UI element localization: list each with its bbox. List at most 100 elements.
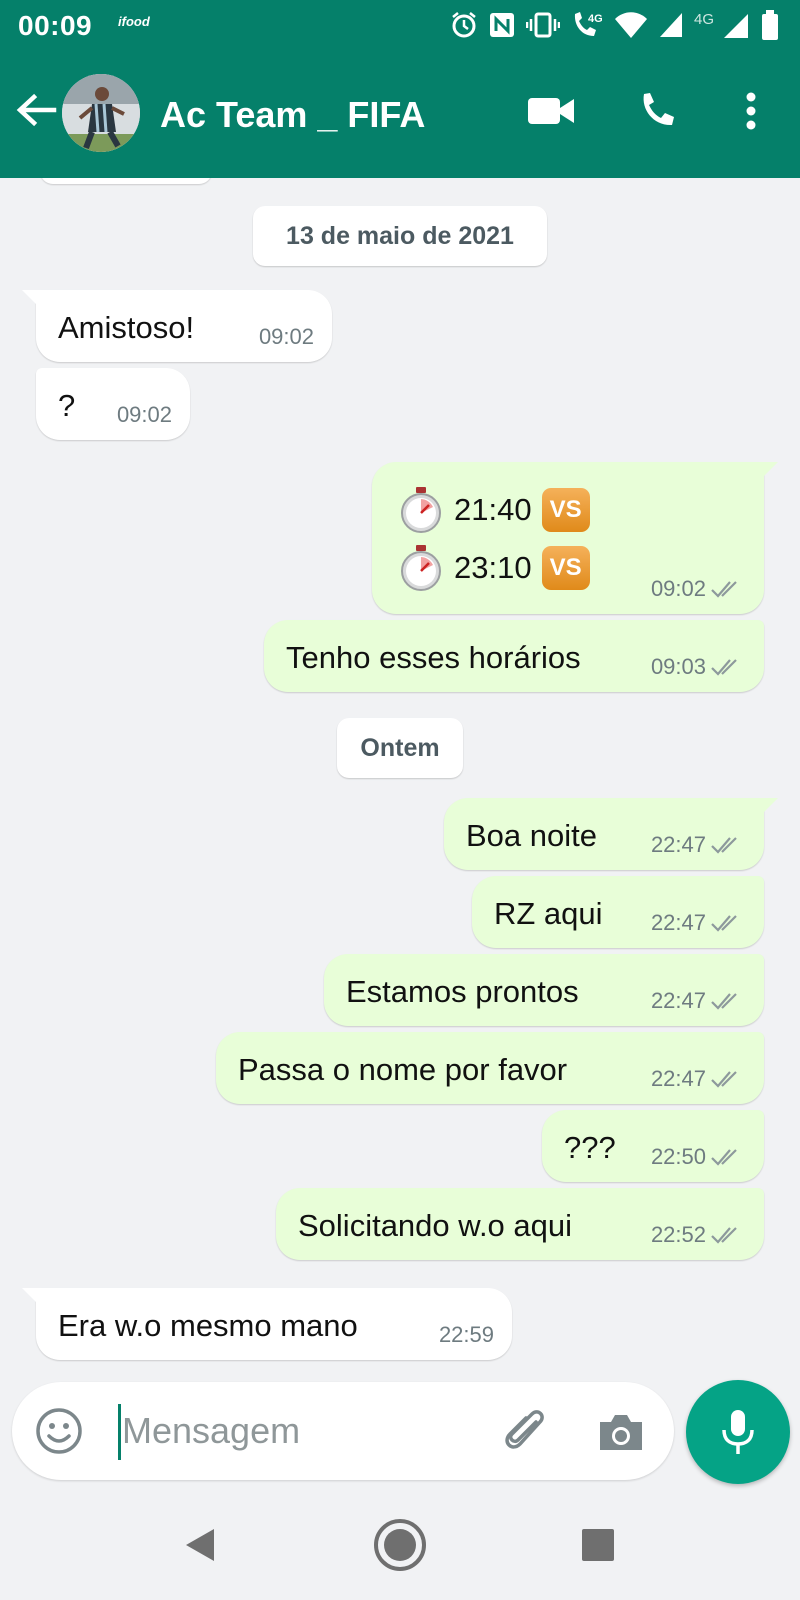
message-time: 22:59 (438, 1322, 494, 1347)
read-ticks-icon (711, 1227, 737, 1244)
attach-icon[interactable] (498, 1404, 552, 1458)
bubble-tail (22, 1288, 44, 1310)
battery-icon (762, 10, 778, 40)
mic-icon (722, 1410, 754, 1454)
stopwatch-icon (401, 545, 441, 591)
read-ticks-icon (711, 915, 737, 932)
message-text: Passa o nome por favor (238, 1052, 568, 1087)
stopwatch-icon (401, 487, 441, 533)
svg-text:4G: 4G (694, 11, 714, 28)
nav-back-button[interactable] (172, 1517, 228, 1573)
bubble-tail (756, 462, 778, 484)
contact-avatar[interactable] (62, 74, 140, 152)
message-meta: 22:50 (651, 1144, 746, 1170)
signal-icon (660, 13, 682, 37)
back-arrow-icon[interactable] (14, 88, 58, 132)
message-bubble-outgoing[interactable]: 21:40 VS 23:10 VS 09:02 (372, 462, 778, 614)
message-bubble-partial[interactable] (40, 178, 212, 184)
svg-text:4G: 4G (588, 13, 603, 25)
alarm-icon (452, 12, 476, 38)
schedule-line: 23:10 VS (398, 542, 590, 594)
message-time: 09:02 (650, 576, 706, 601)
message-time: 09:02 (258, 324, 314, 349)
more-options-button[interactable] (726, 86, 776, 136)
message-time: 22:50 (650, 1144, 706, 1169)
voice-call-icon (643, 93, 674, 126)
message-text: Boa noite (466, 818, 597, 853)
status-bar: 00:09 ifood 4G 4G (0, 0, 800, 50)
message-bubble-outgoing[interactable]: ??? 22:50 (542, 1110, 764, 1182)
message-bubble-outgoing[interactable]: Solicitando w.o aqui 22:52 (276, 1188, 764, 1260)
message-text: ? (58, 388, 76, 423)
message-text: RZ aqui (494, 896, 603, 931)
bubble-tail (756, 798, 778, 820)
message-meta: 22:47 (651, 832, 746, 858)
read-ticks-icon (711, 659, 737, 676)
message-meta: 22:47 (651, 910, 746, 936)
message-text: ??? (564, 1130, 616, 1165)
read-ticks-icon (711, 837, 737, 854)
emoji-icon[interactable] (34, 1406, 84, 1456)
wifi-icon (615, 12, 647, 38)
message-bubble-outgoing[interactable]: Boa noite 22:47 (444, 798, 778, 870)
date-chip: 13 de maio de 2021 (253, 206, 547, 266)
message-time: 22:47 (650, 1066, 706, 1091)
read-ticks-icon (711, 1071, 737, 1088)
message-time: 22:47 (650, 910, 706, 935)
chat-title[interactable]: Ac Team _ FIFA (160, 94, 425, 136)
nfc-icon (490, 13, 514, 37)
status-icons: 4G 4G (450, 8, 780, 42)
message-text: Solicitando w.o aqui (298, 1208, 573, 1243)
nav-home-button[interactable] (372, 1517, 428, 1573)
message-bubble-incoming[interactable]: Era w.o mesmo mano 22:59 (22, 1288, 512, 1360)
more-options-icon (746, 92, 756, 130)
vibrate-icon (526, 12, 560, 38)
message-bubble-incoming[interactable]: Amistoso! 09:02 (22, 290, 332, 362)
read-ticks-icon (711, 1149, 737, 1166)
bubble-tail (22, 290, 44, 312)
wifi-call-4g-icon: 4G (574, 12, 603, 36)
video-call-icon (528, 98, 574, 124)
message-input[interactable] (122, 1401, 482, 1461)
message-bubble-outgoing[interactable]: Passa o nome por favor 22:47 (216, 1032, 764, 1104)
message-meta: 22:59 (439, 1322, 494, 1348)
system-nav-bar (0, 1490, 800, 1600)
video-call-button[interactable] (526, 86, 576, 136)
message-bubble-incoming[interactable]: ? 09:02 (36, 368, 190, 440)
message-composer (12, 1382, 674, 1480)
recents-square-icon (582, 1529, 614, 1561)
message-meta: 22:47 (651, 1066, 746, 1092)
message-list[interactable]: 13 de maio de 2021 Amistoso! 09:02 ? 09:… (0, 178, 800, 1370)
vs-emoji-badge: VS (541, 488, 590, 532)
message-text: Tenho esses horários (286, 640, 581, 675)
message-meta: 09:02 (259, 324, 314, 350)
schedule-line: 21:40 VS (398, 484, 590, 536)
back-triangle-icon (186, 1529, 214, 1561)
text-caret (118, 1404, 121, 1460)
date-chip: Ontem (337, 718, 463, 778)
status-time: 00:09 (18, 10, 93, 41)
message-text: Amistoso! (58, 310, 195, 345)
message-bubble-outgoing[interactable]: RZ aqui 22:47 (472, 876, 764, 948)
message-time: 22:52 (650, 1222, 706, 1247)
signal-4g-icon: 4G (694, 11, 748, 38)
message-bubble-outgoing[interactable]: Estamos prontos 22:47 (324, 954, 764, 1026)
read-ticks-icon (711, 993, 737, 1010)
message-meta: 09:03 (651, 654, 746, 680)
message-time: 22:47 (650, 832, 706, 857)
camera-icon[interactable] (596, 1408, 646, 1458)
contact-avatar-photo (62, 74, 140, 152)
message-meta: 22:52 (651, 1222, 746, 1248)
schedule-time: 23:10 (454, 550, 532, 585)
vs-emoji-badge: VS (541, 546, 590, 590)
message-time: 09:03 (650, 654, 706, 679)
message-meta: 22:47 (651, 988, 746, 1014)
voice-call-button[interactable] (632, 86, 682, 136)
nav-recents-button[interactable] (570, 1517, 626, 1573)
message-text: Estamos prontos (346, 974, 579, 1009)
mic-button[interactable] (686, 1380, 790, 1484)
schedule-time: 21:40 (454, 492, 532, 527)
message-bubble-outgoing[interactable]: Tenho esses horários 09:03 (264, 620, 764, 692)
message-time: 09:02 (116, 402, 172, 427)
read-ticks-icon (711, 581, 737, 598)
